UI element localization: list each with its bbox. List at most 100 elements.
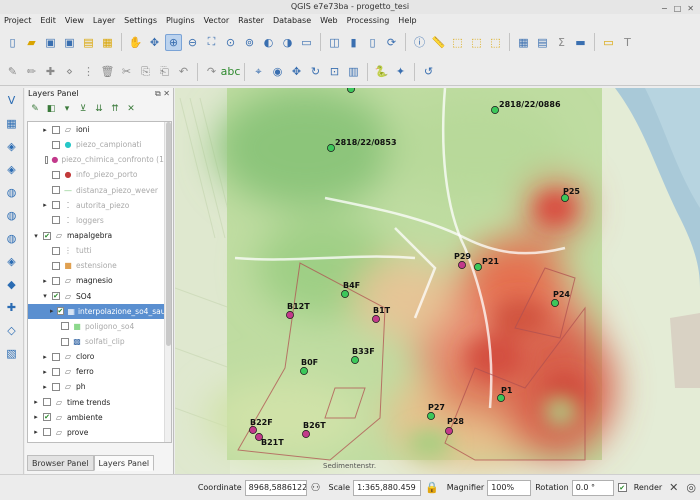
layer-tree-item[interactable]: ■ poligono_so4 (28, 319, 171, 334)
layer-visibility-checkbox[interactable]: ✔ (43, 413, 51, 422)
zoom-last-icon[interactable]: ◐ (260, 34, 277, 51)
well-point-b1t[interactable] (372, 315, 380, 323)
pan-hand-icon[interactable]: ✋ (127, 34, 144, 51)
menu-help[interactable]: Help (398, 14, 416, 28)
layer-visibility-checkbox[interactable] (52, 276, 60, 285)
add-temporary-layer-icon[interactable]: ▧ (3, 345, 20, 362)
well-point-p1[interactable] (497, 394, 505, 402)
add-raster-layer-icon[interactable]: ▦ (3, 115, 20, 132)
layer-visibility-checkbox[interactable] (52, 216, 60, 225)
add-wfs-icon[interactable]: ◍ (3, 207, 20, 224)
menu-settings[interactable]: Settings (124, 14, 157, 28)
print-layout-icon[interactable]: ▤ (80, 34, 97, 51)
layer-visibility-checkbox[interactable] (61, 322, 69, 331)
expand-arrow-icon[interactable]: ▸ (32, 428, 40, 436)
layer-visibility-checkbox[interactable]: ✔ (56, 307, 65, 316)
layer-visibility-checkbox[interactable] (52, 140, 60, 149)
zoom-out-icon[interactable]: ⊖ (184, 34, 201, 51)
expand-arrow-icon[interactable]: ▸ (41, 353, 49, 361)
select-features-icon[interactable]: ⬚ (449, 34, 466, 51)
new-3d-view-icon[interactable]: ◫ (326, 34, 343, 51)
close-panel-icon[interactable]: ✕ (163, 89, 170, 98)
layer-tree-item[interactable]: ▾ ✔ ▱ SO4 (28, 289, 171, 304)
expand-arrow-icon[interactable]: ▸ (41, 368, 49, 376)
zoom-next-icon[interactable]: ◑ (279, 34, 296, 51)
expand-arrow-icon[interactable]: ▸ (41, 383, 49, 391)
layer-visibility-checkbox[interactable] (52, 367, 60, 376)
layer-tree-item[interactable]: ● piezo_chimica_confronto (1... (28, 152, 171, 167)
tab-layers-panel[interactable]: Layers Panel (93, 455, 155, 471)
well-point-b4f[interactable] (341, 290, 349, 298)
remove-layer-icon[interactable]: ✕ (125, 103, 137, 115)
filter-icon[interactable]: ⊻ (77, 103, 89, 115)
rotate-icon[interactable]: ↺ (420, 63, 437, 80)
identify-icon[interactable]: ⓘ (411, 34, 428, 51)
zoom-layer-icon[interactable]: ⊚ (241, 34, 258, 51)
layer-tree-item[interactable]: ▸▱isopieze (28, 440, 171, 442)
lock-scale-icon[interactable]: 🔒 (425, 481, 439, 494)
label-icon[interactable]: abc (221, 63, 241, 80)
well-point-p24[interactable] (551, 299, 559, 307)
rotation-field[interactable]: 0.0 ° (571, 479, 614, 496)
coordinate-field[interactable]: 8968,5886122.8100 (244, 479, 307, 496)
add-wms-icon[interactable]: ◍ (3, 184, 20, 201)
layer-visibility-checkbox[interactable] (43, 428, 51, 437)
layer-tree-item[interactable]: ▸ ▱ magnesio (28, 273, 171, 288)
well-point-2818-22-0851[interactable] (347, 88, 355, 93)
rotate-label-icon[interactable]: ↻ (307, 63, 324, 80)
show-hide-labels-icon[interactable]: ◉ (269, 63, 286, 80)
expand-arrow-icon[interactable]: ▸ (32, 398, 40, 406)
well-point-b33f[interactable] (351, 356, 359, 364)
save-as-icon[interactable]: ▣ (61, 34, 78, 51)
new-project-icon[interactable]: ▯ (4, 34, 21, 51)
select-by-value-icon[interactable]: ⬚ (468, 34, 485, 51)
layer-tree-item[interactable]: ● info_piezo_porto (28, 167, 171, 182)
menu-database[interactable]: Database (273, 14, 311, 28)
magnifier-field[interactable]: 100% (487, 479, 532, 496)
well-point-2818-22-0853[interactable] (327, 144, 335, 152)
well-point-p21[interactable] (474, 263, 482, 271)
text-annotation-icon[interactable]: T (619, 34, 636, 51)
redo-icon[interactable]: ↷ (203, 63, 220, 80)
save-icon[interactable]: ▣ (42, 34, 59, 51)
add-group-icon[interactable]: ◧ (45, 103, 57, 115)
menu-processing[interactable]: Processing (347, 14, 390, 28)
well-point-p27[interactable] (427, 412, 435, 420)
attribute-table-icon[interactable]: ▦ (515, 34, 532, 51)
layer-tree-item[interactable]: ▸ ▱ cloro (28, 349, 171, 364)
menu-web[interactable]: Web (320, 14, 337, 28)
layer-visibility-checkbox[interactable] (43, 398, 51, 407)
bookmark-new-icon[interactable]: ▮ (345, 34, 362, 51)
menu-view[interactable]: View (65, 14, 84, 28)
layer-visibility-checkbox[interactable] (52, 382, 60, 391)
well-point-b0f[interactable] (300, 367, 308, 375)
cut-features-icon[interactable]: ✂ (118, 63, 135, 80)
layer-visibility-checkbox[interactable] (52, 125, 60, 134)
expand-all-icon[interactable]: ⇊ (93, 103, 105, 115)
menu-project[interactable]: Project (4, 14, 31, 28)
plugin-manager-icon[interactable]: ✦ (392, 63, 409, 80)
delete-selected-icon[interactable]: 🗑 (99, 63, 116, 80)
add-feature-icon[interactable]: ✚ (42, 63, 59, 80)
layer-tree-item[interactable]: ▸ ▱ ioni (28, 122, 171, 137)
layer-tree-item[interactable]: ▸ ▱ ferro (28, 364, 171, 379)
layer-visibility-checkbox[interactable] (52, 352, 60, 361)
zoom-selection-icon[interactable]: ⊙ (222, 34, 239, 51)
zoom-in-icon[interactable]: ⊕ (165, 33, 182, 51)
layer-tree-item[interactable]: ⁚ loggers (28, 213, 171, 228)
collapse-arrow-icon[interactable]: ▾ (32, 232, 40, 240)
layer-tree-item[interactable]: ■ estensione (28, 258, 171, 273)
scale-field[interactable]: 1:365,880.459 (353, 479, 422, 496)
undo-icon[interactable]: ↶ (175, 63, 192, 80)
layer-tree-item[interactable]: ▸ ▱ ph (28, 379, 171, 394)
change-label-icon[interactable]: ⊡ (326, 63, 343, 80)
layer-styling-icon[interactable]: ▬ (572, 34, 589, 51)
expand-arrow-icon[interactable]: ▸ (50, 307, 54, 315)
add-postgis-icon[interactable]: ◈ (3, 161, 20, 178)
layer-visibility-checkbox[interactable] (52, 201, 60, 210)
new-shapefile-icon[interactable]: ✚ (3, 299, 20, 316)
map-canvas[interactable]: 2818/22/08512818/22/08862818/22/0853P25P… (175, 88, 700, 474)
scrollbar-thumb[interactable] (166, 122, 171, 346)
layer-tree-item[interactable]: ▸ ✔ ▦ interpolazione_so4_sauer (28, 303, 171, 319)
expand-arrow-icon[interactable]: ▸ (41, 126, 49, 134)
